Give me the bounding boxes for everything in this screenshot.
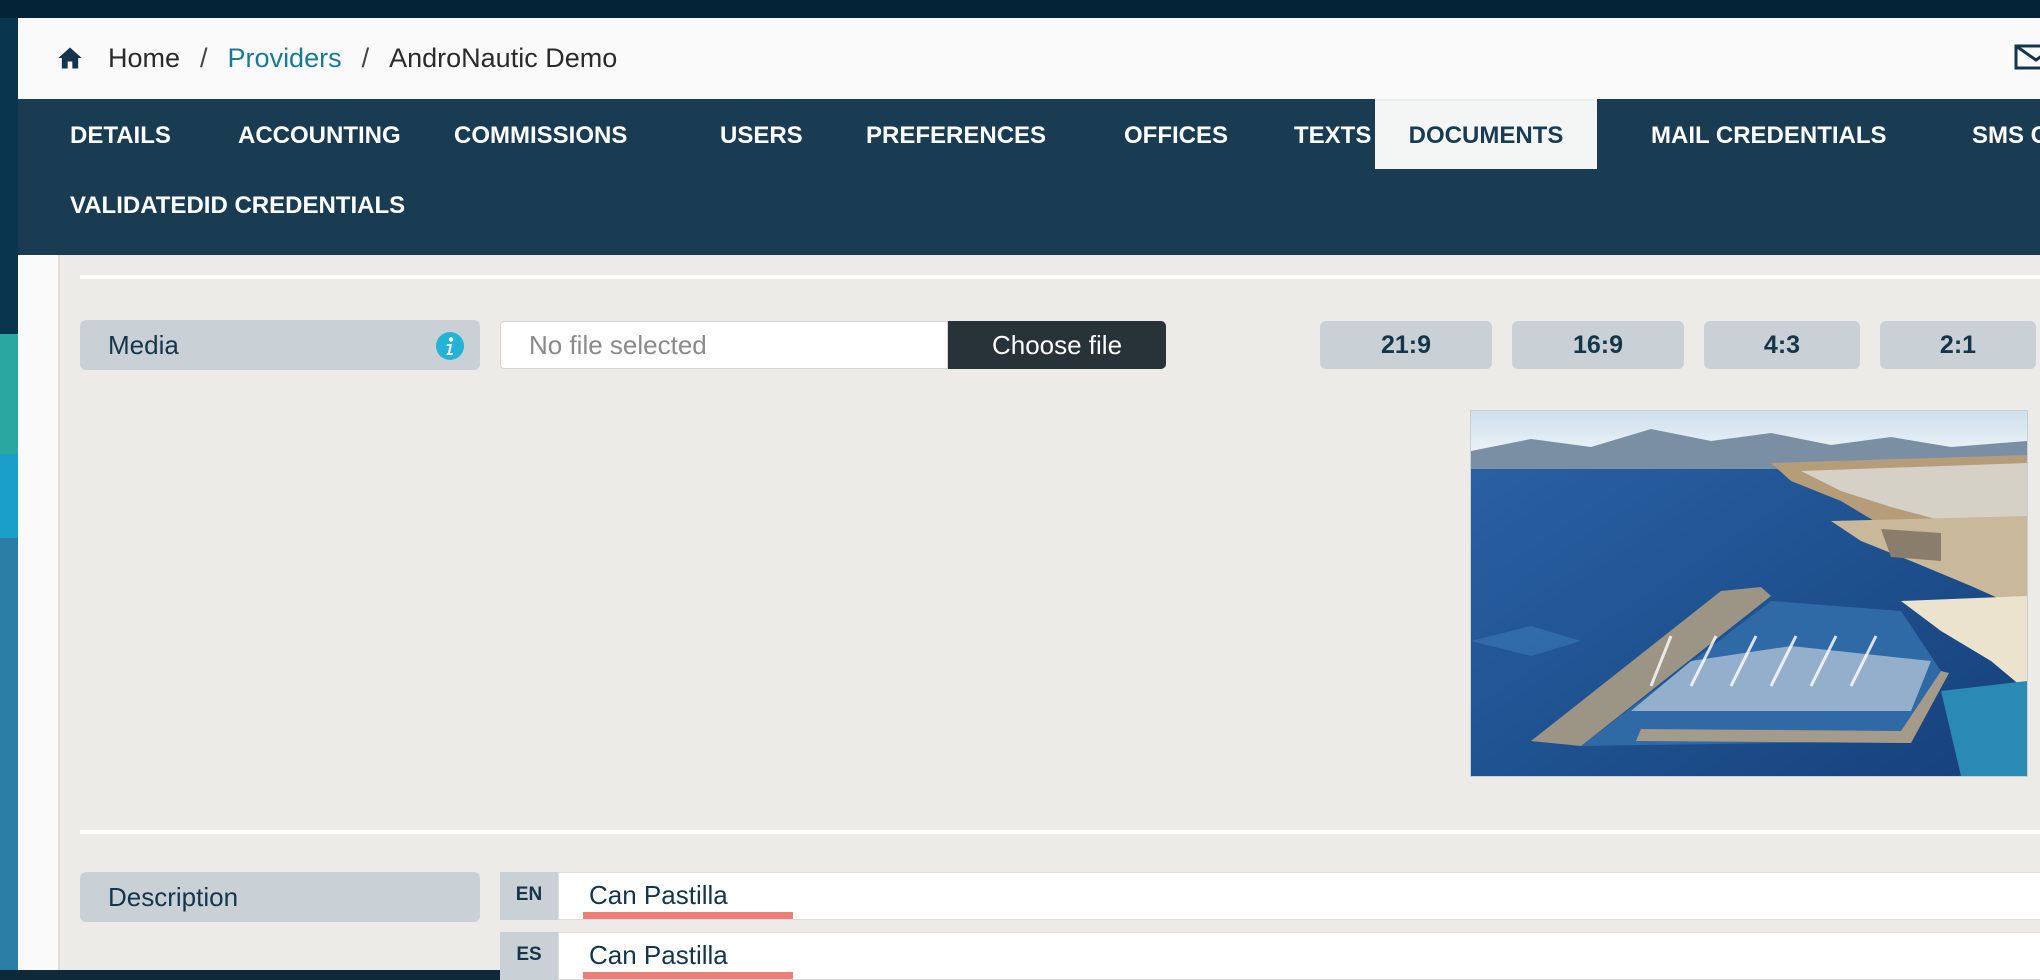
tab-preferences[interactable]: PREFERENCES [832, 101, 1080, 171]
description-input-es[interactable]: Can Pastilla [558, 932, 2040, 980]
tab-users[interactable]: USERS [686, 101, 837, 171]
tab-details[interactable]: DETAILS [36, 101, 205, 171]
breadcrumb-providers[interactable]: Providers [228, 43, 342, 74]
breadcrumb-trail: Home / Providers / AndroNautic Demo [108, 18, 617, 99]
app-window: Home / Providers / AndroNautic Demo DETA… [18, 18, 2040, 980]
description-row-es: ES Can Pastilla [500, 932, 2040, 980]
documents-panel: Media No file selected Choose file 21:9 … [58, 255, 2040, 980]
home-icon[interactable] [56, 44, 84, 72]
file-name-display[interactable]: No file selected [500, 321, 948, 369]
breadcrumb-current: AndroNautic Demo [389, 43, 618, 73]
tab-documents[interactable]: DOCUMENTS [1375, 99, 1597, 169]
ratio-2-1-button[interactable]: 2:1 [1880, 321, 2036, 369]
spellcheck-underline [583, 912, 793, 919]
breadcrumb-separator: / [361, 43, 370, 73]
breadcrumb-separator: / [200, 43, 208, 73]
divider [80, 830, 2040, 834]
tab-sms-credentials[interactable]: SMS CRE [1938, 101, 2040, 171]
description-row-en: EN Can Pastilla [500, 872, 2040, 920]
tab-offices[interactable]: OFFICES [1090, 101, 1262, 171]
ratio-4-3-button[interactable]: 4:3 [1704, 321, 1860, 369]
description-text-es: Can Pastilla [583, 933, 793, 979]
left-edge-strip [0, 18, 18, 970]
divider [80, 275, 2040, 279]
description-label: Description [80, 872, 480, 922]
info-icon[interactable] [436, 332, 464, 360]
tab-mail-credentials[interactable]: MAIL CREDENTIALS [1617, 101, 1921, 171]
media-label-text: Media [108, 330, 179, 360]
ratio-16-9-button[interactable]: 16:9 [1512, 321, 1684, 369]
choose-file-button[interactable]: Choose file [948, 321, 1166, 369]
media-label: Media [80, 320, 480, 370]
spellcheck-underline [583, 972, 793, 979]
top-strip [0, 0, 2040, 18]
breadcrumb: Home / Providers / AndroNautic Demo [18, 18, 2040, 100]
description-text-en: Can Pastilla [583, 873, 793, 919]
tab-commissions[interactable]: COMMISSIONS [420, 101, 661, 171]
language-code-es: ES [500, 932, 558, 980]
tab-bar: DETAILS ACCOUNTING COMMISSIONS USERS PRE… [18, 99, 2040, 255]
tab-validatedid-credentials[interactable]: VALIDATEDID CREDENTIALS [36, 171, 439, 241]
breadcrumb-home[interactable]: Home [108, 43, 180, 74]
language-code-en: EN [500, 872, 558, 920]
tab-accounting[interactable]: ACCOUNTING [204, 101, 435, 171]
content-area: Media No file selected Choose file 21:9 … [18, 255, 2040, 980]
ratio-21-9-button[interactable]: 21:9 [1320, 321, 1492, 369]
media-preview-image [1470, 410, 2028, 777]
mail-icon[interactable] [2014, 42, 2040, 72]
description-input-en[interactable]: Can Pastilla [558, 872, 2040, 920]
